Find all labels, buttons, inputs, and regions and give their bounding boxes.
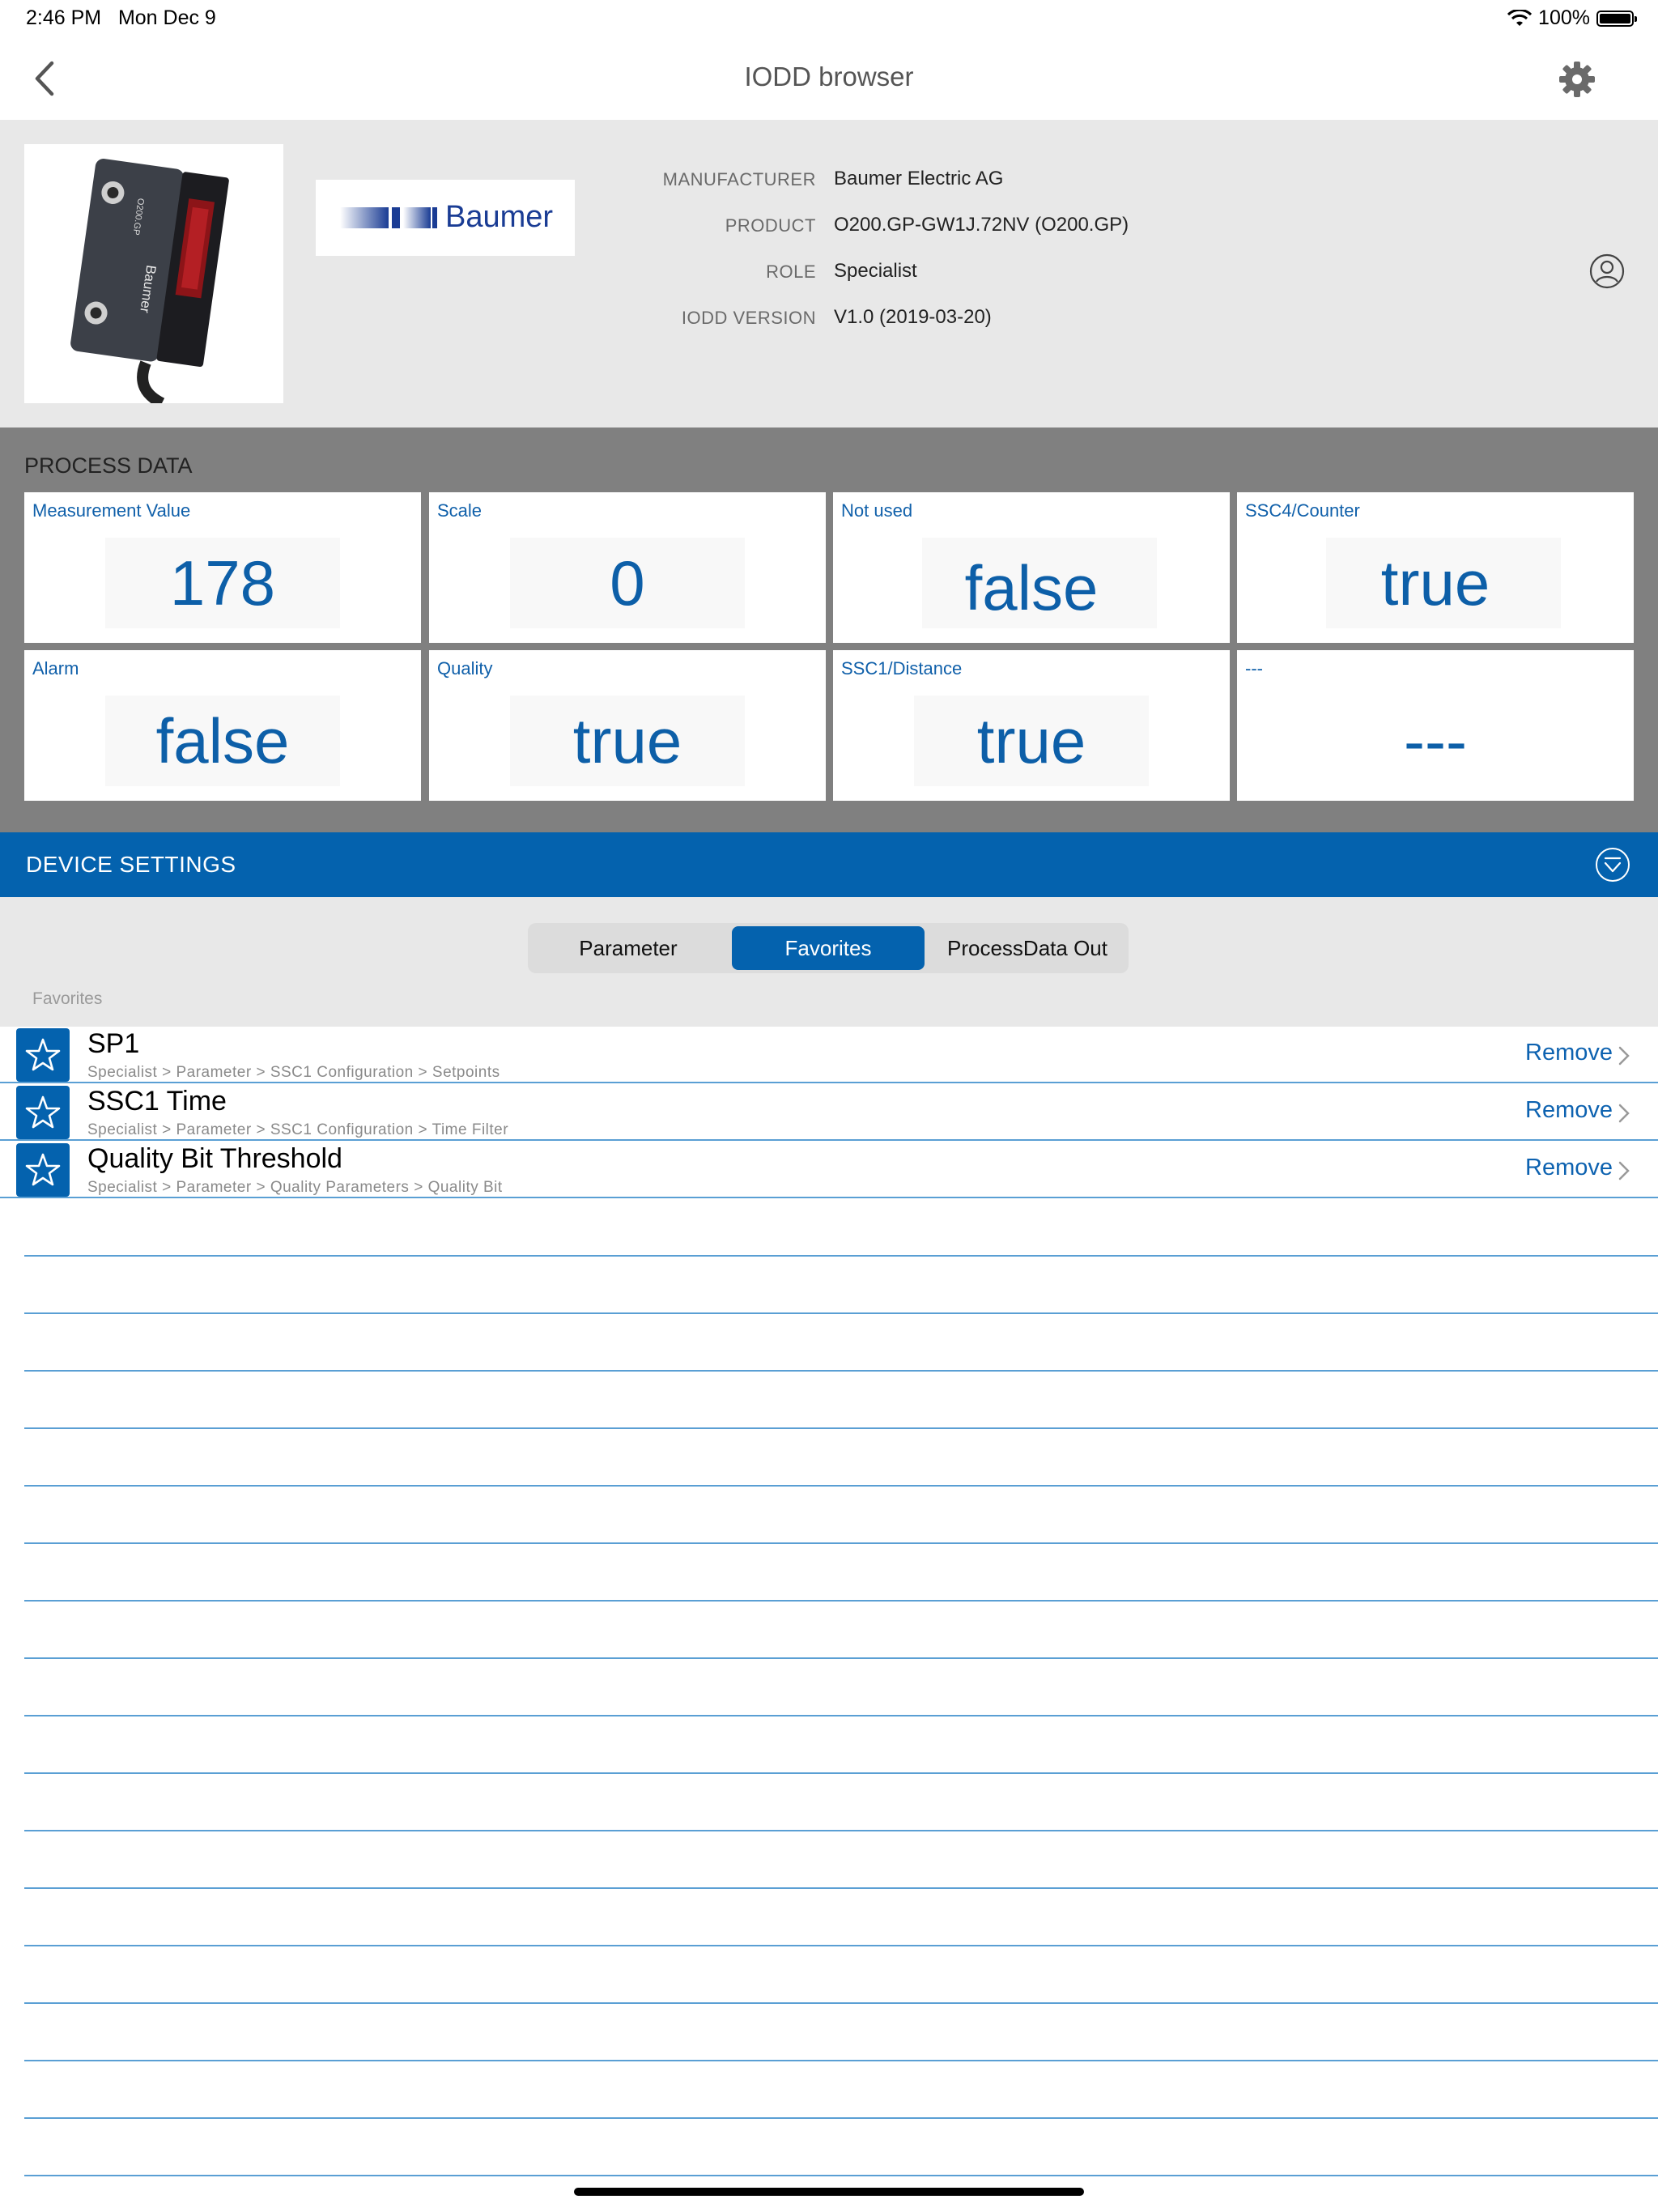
brand-name: Baumer bbox=[445, 200, 553, 234]
list-item[interactable]: SP1 Specialist > Parameter > SSC1 Config… bbox=[0, 1027, 1658, 1083]
row-separator bbox=[24, 1830, 1658, 1831]
tile-value: true bbox=[1380, 547, 1490, 619]
info-key-iodd-version: IODD VERSION bbox=[681, 308, 816, 328]
tile-value: true bbox=[572, 705, 682, 776]
info-key-role: ROLE bbox=[766, 262, 816, 282]
settings-button[interactable] bbox=[1558, 60, 1596, 99]
process-tile[interactable]: SSC1/Distance true bbox=[833, 650, 1230, 801]
tile-label: Measurement Value bbox=[32, 500, 191, 521]
row-separator bbox=[24, 1715, 1658, 1716]
device-settings-bar bbox=[0, 832, 1658, 897]
list-item[interactable]: Quality Bit Threshold Specialist > Param… bbox=[0, 1142, 1658, 1198]
tile-label: --- bbox=[1245, 658, 1263, 678]
favorite-path: Specialist > Parameter > SSC1 Configurat… bbox=[87, 1064, 500, 1081]
baumer-logo: Baumer bbox=[340, 200, 553, 234]
info-key-manufacturer: MANUFACTURER bbox=[662, 169, 816, 189]
tile-label: Alarm bbox=[32, 658, 79, 678]
sensor-image: Baumer O200.GP bbox=[70, 159, 229, 409]
status-time: 2:46 PM Mon Dec 9 bbox=[26, 6, 216, 30]
chevron-right-icon bbox=[1618, 1046, 1630, 1066]
row-separator bbox=[24, 1312, 1658, 1314]
tile-label: Scale bbox=[437, 500, 483, 521]
remove-button[interactable]: Remove bbox=[1525, 1040, 1613, 1066]
collapse-down-icon bbox=[1596, 848, 1630, 882]
tile-value: false bbox=[155, 705, 290, 776]
process-tile[interactable]: --- --- bbox=[1237, 650, 1634, 801]
row-separator bbox=[24, 1772, 1658, 1774]
tile-value: 178 bbox=[169, 547, 276, 619]
device-photo: Baumer O200.GP bbox=[24, 144, 283, 409]
tab-favorites[interactable]: Favorites bbox=[732, 926, 925, 970]
tab-processdata-out[interactable]: ProcessData Out bbox=[929, 926, 1125, 970]
home-indicator[interactable] bbox=[574, 2188, 1084, 2196]
tile-value: 0 bbox=[610, 547, 645, 619]
tile-label: SSC4/Counter bbox=[1245, 500, 1360, 521]
info-key-product: PRODUCT bbox=[725, 215, 816, 236]
gear-icon bbox=[1559, 62, 1595, 97]
chevron-right-icon bbox=[1618, 1104, 1630, 1123]
device-settings-title: DEVICE SETTINGS bbox=[26, 852, 236, 877]
chevron-right-icon bbox=[1618, 1161, 1630, 1180]
row-separator bbox=[24, 1600, 1658, 1602]
status-indicators: 100% bbox=[1507, 6, 1637, 30]
row-separator bbox=[24, 1945, 1658, 1946]
row-separator bbox=[24, 1657, 1658, 1659]
info-value-product: O200.GP-GW1J.72NV (O200.GP) bbox=[834, 214, 1129, 236]
favorite-path: Specialist > Parameter > Quality Paramet… bbox=[87, 1179, 503, 1196]
battery-percent: 100% bbox=[1538, 6, 1590, 29]
tile-value: false bbox=[964, 552, 1099, 623]
brand-logo: Baumer bbox=[316, 180, 575, 256]
tile-value: --- bbox=[1404, 705, 1467, 776]
battery-icon bbox=[1596, 10, 1637, 27]
row-separator bbox=[24, 1542, 1658, 1544]
user-role-button[interactable] bbox=[1588, 253, 1626, 290]
page-title: IODD browser bbox=[744, 62, 914, 91]
process-tile[interactable]: Not used false bbox=[833, 492, 1230, 643]
row-separator bbox=[24, 1485, 1658, 1487]
row-separator bbox=[24, 2060, 1658, 2061]
process-tile[interactable]: Measurement Value 178 bbox=[24, 492, 421, 643]
star-icon bbox=[16, 1028, 70, 1082]
favorite-title: SP1 bbox=[87, 1028, 140, 1059]
status-bar: 2:46 PM Mon Dec 9 100% bbox=[0, 0, 1658, 37]
info-value-manufacturer: Baumer Electric AG bbox=[834, 168, 1004, 189]
date-text: Mon Dec 9 bbox=[117, 6, 216, 29]
process-tile[interactable]: Alarm false bbox=[24, 650, 421, 801]
tile-label: SSC1/Distance bbox=[841, 658, 963, 678]
row-separator bbox=[24, 2175, 1658, 2176]
row-separator bbox=[24, 1370, 1658, 1372]
star-icon bbox=[16, 1143, 70, 1197]
info-value-iodd-version: V1.0 (2019-03-20) bbox=[834, 306, 992, 328]
tile-label: Quality bbox=[437, 658, 493, 678]
remove-button[interactable]: Remove bbox=[1525, 1155, 1613, 1181]
row-separator bbox=[24, 1887, 1658, 1889]
favorite-path: Specialist > Parameter > SSC1 Configurat… bbox=[87, 1121, 509, 1138]
time-text: 2:46 PM bbox=[26, 6, 102, 29]
favorite-title: SSC1 Time bbox=[87, 1086, 227, 1117]
tab-parameter[interactable]: Parameter bbox=[531, 926, 725, 970]
favorites-caption: Favorites bbox=[32, 989, 103, 1008]
wifi-icon bbox=[1507, 9, 1533, 26]
list-item[interactable]: SSC1 Time Specialist > Parameter > SSC1 … bbox=[0, 1084, 1658, 1141]
process-tile[interactable]: SSC4/Counter true bbox=[1237, 492, 1634, 643]
tile-label: Not used bbox=[841, 500, 913, 521]
remove-button[interactable]: Remove bbox=[1525, 1097, 1613, 1124]
tile-value: true bbox=[976, 705, 1086, 776]
process-data-title: PROCESS DATA bbox=[24, 453, 193, 478]
settings-tabs: Parameter Favorites ProcessData Out bbox=[528, 923, 1129, 973]
collapse-button[interactable] bbox=[1595, 847, 1630, 883]
info-value-role: Specialist bbox=[834, 260, 917, 282]
row-separator bbox=[24, 1255, 1658, 1257]
row-separator bbox=[24, 1427, 1658, 1429]
process-tile[interactable]: Quality true bbox=[429, 650, 826, 801]
user-icon bbox=[1589, 253, 1625, 289]
row-separator bbox=[24, 2002, 1658, 2004]
row-separator bbox=[24, 2117, 1658, 2119]
process-tile[interactable]: Scale 0 bbox=[429, 492, 826, 643]
star-icon bbox=[16, 1086, 70, 1139]
favorite-title: Quality Bit Threshold bbox=[87, 1143, 342, 1174]
